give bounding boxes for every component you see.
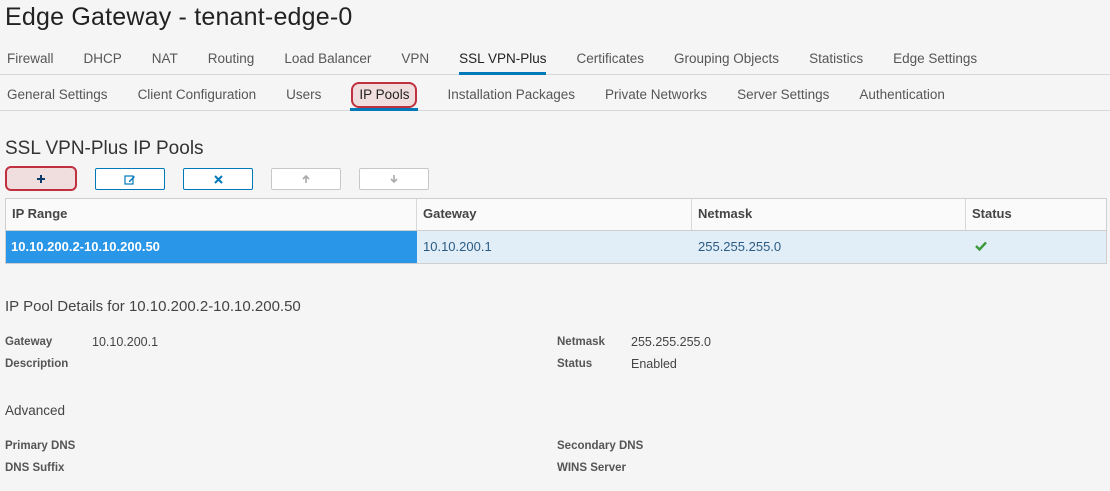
move-up-button[interactable]: [271, 168, 341, 190]
tab-edge-settings[interactable]: Edge Settings: [878, 44, 992, 74]
edit-icon: [124, 174, 136, 185]
wins-server-label: WINS Server: [557, 462, 627, 474]
move-down-button[interactable]: [359, 168, 429, 190]
add-button[interactable]: [5, 166, 77, 191]
cell-netmask: 255.255.255.0: [692, 231, 966, 263]
netmask-value: 255.255.255.0: [631, 335, 711, 349]
details-title: IP Pool Details for 10.10.200.2-10.10.20…: [5, 298, 301, 315]
tab-nat[interactable]: NAT: [137, 44, 193, 74]
netmask-label: Netmask: [557, 336, 605, 348]
tab-routing[interactable]: Routing: [193, 44, 270, 74]
table-row[interactable]: 10.10.200.2-10.10.200.50 10.10.200.1 255…: [6, 231, 1106, 263]
column-header-ip-range[interactable]: IP Range: [6, 199, 417, 230]
table-header: IP Range Gateway Netmask Status: [6, 199, 1106, 231]
tab-server-settings[interactable]: Server Settings: [722, 80, 844, 110]
column-header-gateway[interactable]: Gateway: [417, 199, 692, 230]
tab-certificates[interactable]: Certificates: [561, 44, 659, 74]
page-title: Edge Gateway - tenant-edge-0: [5, 3, 353, 31]
column-header-status[interactable]: Status: [966, 199, 1106, 230]
cell-gateway: 10.10.200.1: [417, 231, 692, 263]
delete-button[interactable]: [183, 168, 253, 190]
tab-authentication[interactable]: Authentication: [844, 80, 960, 110]
tab-vpn[interactable]: VPN: [386, 44, 444, 74]
tab-grouping-objects[interactable]: Grouping Objects: [659, 44, 794, 74]
arrow-down-icon: [389, 174, 399, 184]
column-header-netmask[interactable]: Netmask: [692, 199, 966, 230]
tab-installation-packages[interactable]: Installation Packages: [432, 80, 590, 110]
advanced-title: Advanced: [5, 403, 66, 418]
cell-status: [966, 231, 1106, 263]
status-value: Enabled: [631, 357, 677, 371]
tab-ip-pools-label: IP Pools: [351, 82, 418, 108]
plus-icon: [36, 174, 46, 184]
ip-pools-table: IP Range Gateway Netmask Status 10.10.20…: [5, 198, 1107, 264]
arrow-up-icon: [301, 174, 311, 184]
gateway-label: Gateway: [5, 336, 53, 348]
tab-client-configuration[interactable]: Client Configuration: [123, 80, 272, 110]
tab-dhcp[interactable]: DHCP: [69, 44, 137, 74]
tab-users[interactable]: Users: [271, 80, 336, 110]
edit-button[interactable]: [95, 168, 165, 190]
description-label: Description: [5, 358, 69, 370]
tab-statistics[interactable]: Statistics: [794, 44, 878, 74]
gateway-value: 10.10.200.1: [92, 335, 159, 349]
section-title: SSL VPN-Plus IP Pools: [5, 138, 204, 159]
primary-dns-label: Primary DNS: [5, 440, 76, 452]
tab-private-networks[interactable]: Private Networks: [590, 80, 722, 110]
delete-icon: [213, 174, 223, 184]
tab-ip-pools[interactable]: IP Pools: [346, 80, 422, 111]
tab-firewall[interactable]: Firewall: [0, 44, 69, 74]
secondary-tab-bar: General Settings Client Configuration Us…: [0, 80, 1110, 111]
dns-suffix-label: DNS Suffix: [5, 462, 65, 474]
secondary-dns-label: Secondary DNS: [557, 440, 644, 452]
cell-ip-range: 10.10.200.2-10.10.200.50: [6, 231, 417, 263]
primary-tab-bar: Firewall DHCP NAT Routing Load Balancer …: [0, 44, 1110, 75]
check-icon: [972, 238, 987, 255]
tab-general-settings[interactable]: General Settings: [0, 80, 123, 110]
tab-load-balancer[interactable]: Load Balancer: [269, 44, 386, 74]
tab-ssl-vpn-plus[interactable]: SSL VPN-Plus: [444, 44, 561, 75]
grid-toolbar: [5, 166, 447, 191]
status-label: Status: [557, 358, 593, 370]
